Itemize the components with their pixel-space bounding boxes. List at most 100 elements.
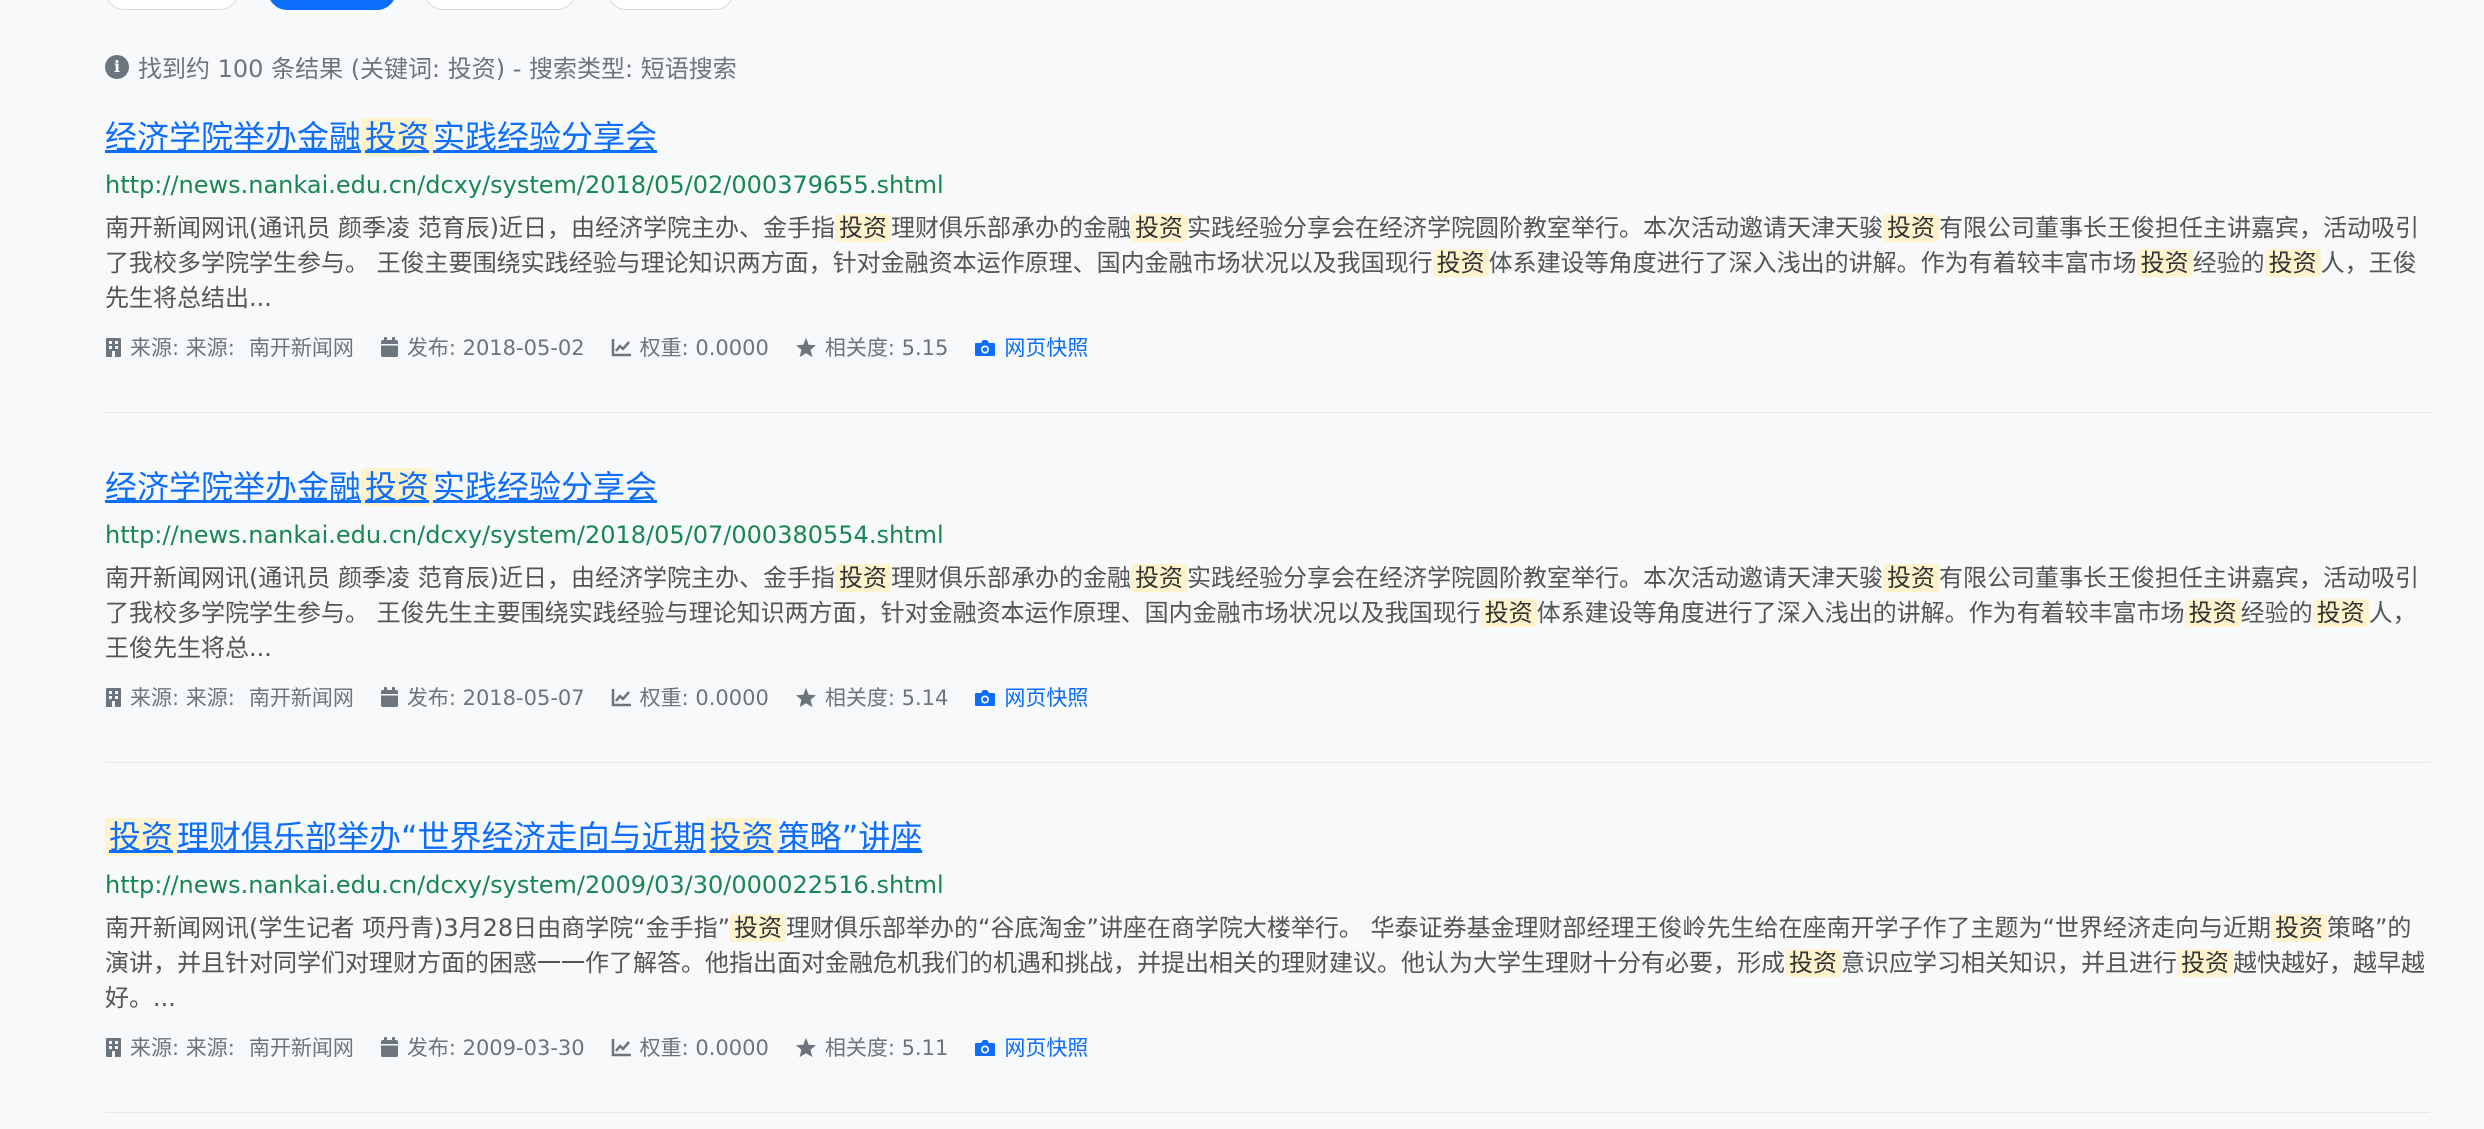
meta-source-text: 南开新闻网 [248,686,354,710]
keyword-highlight: 投资 [2264,249,2321,277]
keyword-highlight: 投资 [730,914,787,942]
meta-publish: 发布: 2018-05-02 [380,332,585,362]
text-segment: 理财俱乐部承办的金融 [890,564,1131,592]
text-segment: 南开新闻网讯(学生记者 项丹青)3月28日由商学院“金手指” [105,914,731,942]
meta-snapshot[interactable]: 网页快照 [974,682,1088,712]
meta-snapshot[interactable]: 网页快照 [974,332,1088,362]
result-url: http://news.nankai.edu.cn/dcxy/system/20… [105,171,944,199]
meta-snapshot-text[interactable]: 网页快照 [1004,1032,1088,1062]
search-results-page: i 找到约 100 条结果 (关键词: 投资) - 搜索类型: 短语搜索 经济学… [0,0,2484,1129]
results-summary: i 找到约 100 条结果 (关键词: 投资) - 搜索类型: 短语搜索 [105,49,737,84]
keyword-highlight: 投资 [2136,249,2193,277]
keyword-highlight: 投资 [105,818,178,856]
meta-publish: 发布: 2018-05-07 [380,682,585,712]
meta-relevance: 相关度: 5.15 [795,332,949,362]
text-segment: 实践经验分享会 [433,118,658,156]
keyword-highlight: 投资 [834,564,891,592]
search-type-tab[interactable] [105,0,239,10]
meta-source: 来源: 来源: 南开新闻网 [105,682,354,712]
keyword-highlight: 投资 [2270,914,2327,942]
meta-publish-text: 发布: 2018-05-02 [406,336,585,360]
keyword-highlight: 投资 [1130,564,1187,592]
meta-source: 来源: 来源: 南开新闻网 [105,1032,354,1062]
calendar-icon [380,686,399,708]
meta-relevance: 相关度: 5.11 [795,1032,949,1062]
meta-snapshot[interactable]: 网页快照 [974,1032,1088,1062]
search-type-tab-active[interactable] [268,0,396,10]
star-icon [795,1037,817,1058]
meta-publish-text: 发布: 2018-05-07 [406,686,585,710]
meta-snapshot-text[interactable]: 网页快照 [1004,332,1088,362]
meta-weight: 权重: 0.0000 [611,1032,769,1062]
result-meta: 来源: 来源: 南开新闻网 发布: 2018-05-07 权重: 0.0000 相关度:… [105,682,2430,712]
text-segment: 理财俱乐部举办“世界经济走向与近期 [177,818,706,856]
result-url: http://news.nankai.edu.cn/dcxy/system/20… [105,521,944,549]
result-title-link[interactable]: 经济学院举办金融 投资 实践经验分享会 [105,465,2430,509]
meta-publish-text: 发布: 2009-03-30 [406,1036,585,1060]
meta-weight: 权重: 0.0000 [611,332,769,362]
meta-source: 来源: 来源: 南开新闻网 [105,332,354,362]
star-icon [795,687,817,708]
chart-line-icon [611,338,632,357]
result-item: 经济学院举办金融 投资 实践经验分享会 http://news.nankai.edu.… [105,465,2430,763]
meta-source-text: 来源: 来源: [130,686,235,710]
text-segment: 南开新闻网讯(通讯员 颜季凌 范育辰)近日，由经济学院主办、金手指 [105,214,835,242]
building-icon [105,1037,122,1058]
meta-relevance-text: 相关度: 5.15 [824,336,949,360]
text-segment: 理财俱乐部举办的“谷底淘金”讲座在商学院大楼举行。 华泰证券基金理财部经理王俊岭… [786,914,2271,942]
keyword-highlight: 投资 [1882,564,1939,592]
result-title-link[interactable]: 经济学院举办金融 投资 实践经验分享会 [105,115,2430,159]
camera-icon [974,688,996,707]
meta-weight-text: 权重: 0.0000 [639,336,769,360]
keyword-highlight: 投资 [1785,949,1841,977]
calendar-icon [380,336,399,358]
calendar-icon [380,1036,399,1058]
text-segment: 实践经验分享会在经济学院圆阶教室举行。本次活动邀请天津天骏 [1186,214,1883,242]
meta-weight-text: 权重: 0.0000 [639,686,769,710]
search-type-tab[interactable] [607,0,734,10]
text-segment: 理财俱乐部承办的金融 [890,214,1131,242]
results-summary-text: 找到约 100 条结果 (关键词: 投资) - 搜索类型: 短语搜索 [138,55,737,83]
keyword-highlight: 投资 [2177,949,2233,977]
keyword-highlight: 投资 [834,214,891,242]
keyword-highlight: 投资 [361,468,434,506]
result-snippet: 南开新闻网讯(通讯员 颜季凌 范育辰)近日，由经济学院主办、金手指 投资 理财俱乐部… [105,211,2430,316]
text-segment: 策略”讲座 [777,818,923,856]
keyword-highlight: 投资 [2184,599,2241,627]
meta-relevance: 相关度: 5.14 [795,682,949,712]
result-title-link[interactable]: 投资 理财俱乐部举办“世界经济走向与近期 投资 策略”讲座 [105,815,2430,859]
chart-line-icon [611,688,632,707]
keyword-highlight: 投资 [2312,599,2369,627]
meta-relevance-text: 相关度: 5.14 [824,686,949,710]
meta-publish: 发布: 2009-03-30 [380,1032,585,1062]
info-icon: i [105,54,129,79]
meta-source-text: 南开新闻网 [248,1036,354,1060]
result-item: 经济学院举办金融 投资 实践经验分享会 http://news.nankai.edu.… [105,115,2430,413]
chart-line-icon [611,1038,632,1057]
search-type-tab[interactable] [424,0,576,10]
text-segment: 经验的 [2240,599,2313,627]
keyword-highlight: 投资 [1432,249,1489,277]
result-item: 投资 理财俱乐部举办“世界经济走向与近期 投资 策略”讲座 http://news.na… [105,815,2430,1113]
result-meta: 来源: 来源: 南开新闻网 发布: 2009-03-30 权重: 0.0000 相关度:… [105,1032,2430,1062]
building-icon [105,687,122,708]
camera-icon [974,1038,996,1057]
result-snippet: 南开新闻网讯(学生记者 项丹青)3月28日由商学院“金手指” 投资 理财俱乐部举办的… [105,911,2430,1016]
text-segment: 南开新闻网讯(通讯员 颜季凌 范育辰)近日，由经济学院主办、金手指 [105,564,835,592]
keyword-highlight: 投资 [705,818,778,856]
keyword-highlight: 投资 [1480,599,1537,627]
meta-source-text: 来源: 来源: [130,1036,235,1060]
text-segment: 实践经验分享会 [433,468,658,506]
keyword-highlight: 投资 [1882,214,1939,242]
keyword-highlight: 投资 [361,118,434,156]
meta-source-text: 南开新闻网 [248,336,354,360]
result-snippet: 南开新闻网讯(通讯员 颜季凌 范育辰)近日，由经济学院主办、金手指 投资 理财俱乐部… [105,561,2430,666]
meta-relevance-text: 相关度: 5.11 [824,1036,949,1060]
meta-snapshot-text[interactable]: 网页快照 [1004,682,1088,712]
building-icon [105,337,122,358]
meta-weight: 权重: 0.0000 [611,682,769,712]
text-segment: 经济学院举办金融 [105,118,362,156]
text-segment: 体系建设等角度进行了深入浅出的讲解。作为有着较丰富市场 [1488,249,2137,277]
meta-source-text: 来源: 来源: [130,336,235,360]
text-segment: 意识应学习相关知识，并且进行 [1841,949,2177,977]
